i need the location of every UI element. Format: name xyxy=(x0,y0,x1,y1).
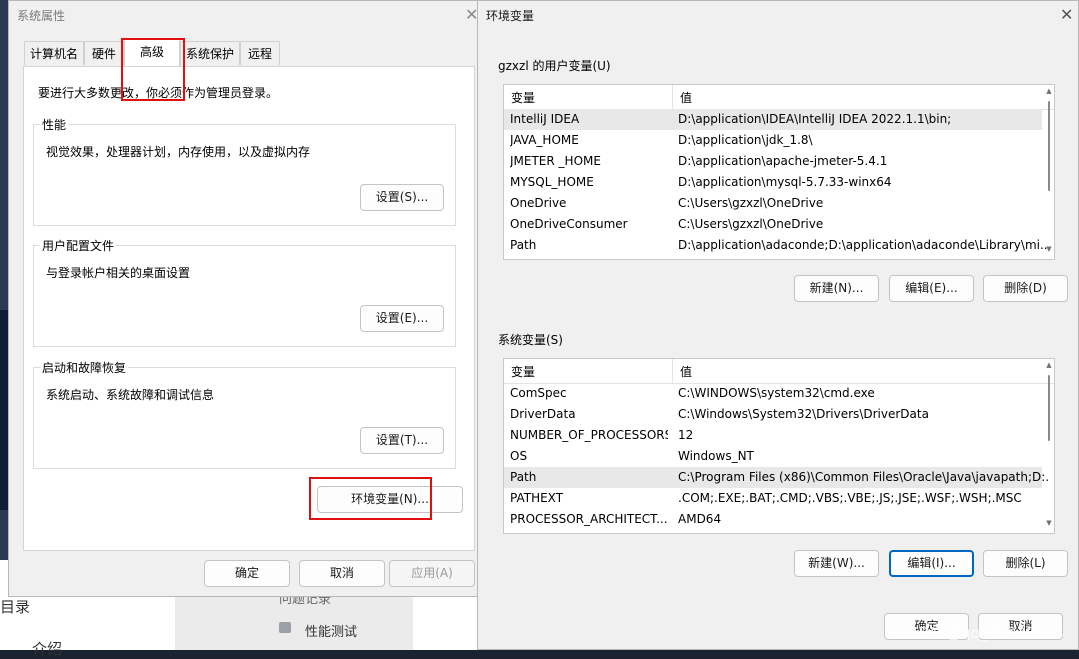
scroll-up-arrow-icon[interactable]: ▲ xyxy=(1045,361,1053,369)
system-variables-label: 系统变量(S) xyxy=(498,333,563,347)
ok-button[interactable]: 确定 xyxy=(204,560,290,587)
scrollbar-thumb[interactable] xyxy=(1048,101,1050,191)
background-nav-strip: 问题记录 性能测试 xyxy=(175,592,413,650)
column-divider xyxy=(672,85,673,109)
list-header: 变量 值 xyxy=(504,85,1054,110)
variable-name: Path xyxy=(510,238,537,252)
table-row[interactable]: DriverData C:\Windows\System32\Drivers\Dr… xyxy=(504,404,1042,425)
user-new-button[interactable]: 新建(N)... xyxy=(794,275,879,302)
folder-icon xyxy=(279,622,291,633)
variable-name: OneDriveConsumer xyxy=(510,217,628,231)
tab-system-protection[interactable]: 系统保护 xyxy=(180,41,240,65)
profile-settings-button[interactable]: 设置(E)... xyxy=(360,305,444,332)
performance-settings-button[interactable]: 设置(S)... xyxy=(360,184,444,211)
variable-name: PROCESSOR_ARCHITECT... xyxy=(510,512,668,526)
user-edit-button[interactable]: 编辑(E)... xyxy=(889,275,974,302)
cancel-button[interactable]: 取消 xyxy=(299,560,385,587)
variable-value: C:\Program Files (x86)\Common Files\Orac… xyxy=(678,470,1048,484)
nav-item-perf[interactable]: 性能测试 xyxy=(305,621,357,640)
startup-group: 启动和故障恢复 系统启动、系统故障和调试信息 设置(T)... xyxy=(33,359,456,469)
user-variables-label: gzxzl 的用户变量(U) xyxy=(498,59,611,73)
startup-label: 启动和故障恢复 xyxy=(40,359,129,376)
close-icon[interactable]: ✕ xyxy=(1060,5,1073,24)
scroll-down-arrow-icon[interactable]: ▼ xyxy=(1045,245,1053,253)
table-row[interactable]: Path C:\Program Files (x86)\Common Files\… xyxy=(504,467,1048,488)
table-row[interactable]: IntelliJ IDEA D:\application\IDEA\Intelli… xyxy=(504,109,1042,130)
variable-value: D:\application\jdk_1.8\ xyxy=(678,133,813,147)
annotation-box-advanced-tab xyxy=(121,38,185,101)
column-header-variable[interactable]: 变量 xyxy=(511,89,535,106)
startup-settings-button[interactable]: 设置(T)... xyxy=(360,427,444,454)
variable-value: Windows_NT xyxy=(678,449,754,463)
variable-value: C:\Users\gzxzl\OneDrive xyxy=(678,217,824,231)
table-row[interactable]: PROCESSOR_ARCHITECT... AMD64 xyxy=(504,509,1042,530)
variable-value: D:\application\apache-jmeter-5.4.1 xyxy=(678,154,888,168)
variable-value: .COM;.EXE;.BAT;.CMD;.VBS;.VBE;.JS;.JSE;.… xyxy=(678,491,1022,505)
table-row[interactable]: JAVA_HOME D:\application\jdk_1.8\ xyxy=(504,130,1042,151)
scroll-up-arrow-icon[interactable]: ▲ xyxy=(1045,87,1053,95)
dialog-title: 系统属性 xyxy=(17,9,66,23)
variable-name: JAVA_HOME xyxy=(510,133,579,147)
table-row[interactable]: PATHEXT .COM;.EXE;.BAT;.CMD;.VBS;.VBE;.JS… xyxy=(504,488,1042,509)
system-delete-button[interactable]: 删除(L) xyxy=(983,550,1068,577)
variable-value: D:\application\IDEA\IntelliJ IDEA 2022.1… xyxy=(678,112,952,126)
tab-hardware[interactable]: 硬件 xyxy=(84,41,124,65)
variable-value: C:\WINDOWS\system32\cmd.exe xyxy=(678,386,875,400)
user-delete-button[interactable]: 删除(D) xyxy=(983,275,1068,302)
variable-value: D:\application\adaconde;D:\application\a… xyxy=(678,238,1048,252)
user-variables-list[interactable]: 变量 值 IntelliJ IDEA D:\application\IDEA\In… xyxy=(503,84,1055,260)
performance-desc: 视觉效果，处理器计划，内存使用，以及虚拟内存 xyxy=(46,145,311,159)
profile-desc: 与登录帐户相关的桌面设置 xyxy=(46,266,191,280)
performance-label: 性能 xyxy=(40,116,69,133)
variable-value: AMD64 xyxy=(678,512,722,526)
variable-name: PATHEXT xyxy=(510,491,564,505)
column-divider xyxy=(672,359,673,383)
scrollbar-thumb[interactable] xyxy=(1048,375,1050,441)
environment-variables-dialog: 环境变量 ✕ gzxzl 的用户变量(U) 变量 值 IntelliJ IDEA… xyxy=(477,0,1079,650)
toc-item: 介绍 xyxy=(32,640,63,658)
column-header-variable[interactable]: 变量 xyxy=(511,363,535,380)
variable-name: OS xyxy=(510,449,528,463)
table-row[interactable]: ComSpec C:\WINDOWS\system32\cmd.exe xyxy=(504,383,1042,404)
table-row[interactable]: OS Windows_NT xyxy=(504,446,1042,467)
column-header-value[interactable]: 值 xyxy=(680,363,692,380)
scroll-down-arrow-icon[interactable]: ▼ xyxy=(1045,519,1053,527)
watermark-text: CSDN @qq_45938544 xyxy=(898,624,1064,642)
variable-name: ComSpec xyxy=(510,386,567,400)
table-row[interactable]: OneDriveConsumer C:\Users\gzxzl\OneDrive xyxy=(504,214,1042,235)
variable-name: NUMBER_OF_PROCESSORS xyxy=(510,428,668,442)
profile-label: 用户配置文件 xyxy=(40,237,117,254)
column-header-value[interactable]: 值 xyxy=(680,89,692,106)
table-row[interactable]: JMETER _HOME D:\application\apache-jmeter… xyxy=(504,151,1042,172)
variable-name: OneDrive xyxy=(510,196,567,210)
dialog-title: 环境变量 xyxy=(486,9,535,23)
system-new-button[interactable]: 新建(W)... xyxy=(794,550,879,577)
table-row[interactable]: MYSQL_HOME D:\application\mysql-5.7.33-wi… xyxy=(504,172,1042,193)
profile-group: 用户配置文件 与登录帐户相关的桌面设置 设置(E)... xyxy=(33,237,456,347)
performance-group: 性能 视觉效果，处理器计划，内存使用，以及虚拟内存 设置(S)... xyxy=(33,116,456,226)
table-row[interactable]: NUMBER_OF_PROCESSORS 12 xyxy=(504,425,1042,446)
vertical-scrollbar[interactable]: ▲ ▼ xyxy=(1045,87,1053,257)
variable-value: C:\Users\gzxzl\OneDrive xyxy=(678,196,824,210)
tab-remote[interactable]: 远程 xyxy=(240,41,280,65)
system-edit-button[interactable]: 编辑(I)... xyxy=(889,550,974,577)
variable-name: MYSQL_HOME xyxy=(510,175,594,189)
tab-computer-name[interactable]: 计算机名 xyxy=(24,41,84,65)
variable-value: C:\Windows\System32\Drivers\DriverData xyxy=(678,407,929,421)
startup-desc: 系统启动、系统故障和调试信息 xyxy=(46,388,215,402)
variable-name: IntelliJ IDEA xyxy=(510,112,580,126)
table-row[interactable]: OneDrive C:\Users\gzxzl\OneDrive xyxy=(504,193,1042,214)
variable-value: D:\application\mysql-5.7.33-winx64 xyxy=(678,175,892,189)
vertical-scrollbar[interactable]: ▲ ▼ xyxy=(1045,361,1053,531)
list-header: 变量 值 xyxy=(504,359,1054,384)
toc-heading: 目录 xyxy=(0,598,31,616)
variable-value: 12 xyxy=(678,428,694,442)
variable-name: Path xyxy=(510,470,537,484)
table-row[interactable]: Path D:\application\adaconde;D:\applicati… xyxy=(504,235,1048,256)
variable-name: JMETER _HOME xyxy=(510,154,601,168)
system-variables-list[interactable]: 变量 值 ComSpec C:\WINDOWS\system32\cmd.exe … xyxy=(503,358,1055,534)
annotation-box-env-button xyxy=(309,477,432,520)
apply-button[interactable]: 应用(A) xyxy=(389,560,475,587)
variable-name: DriverData xyxy=(510,407,576,421)
